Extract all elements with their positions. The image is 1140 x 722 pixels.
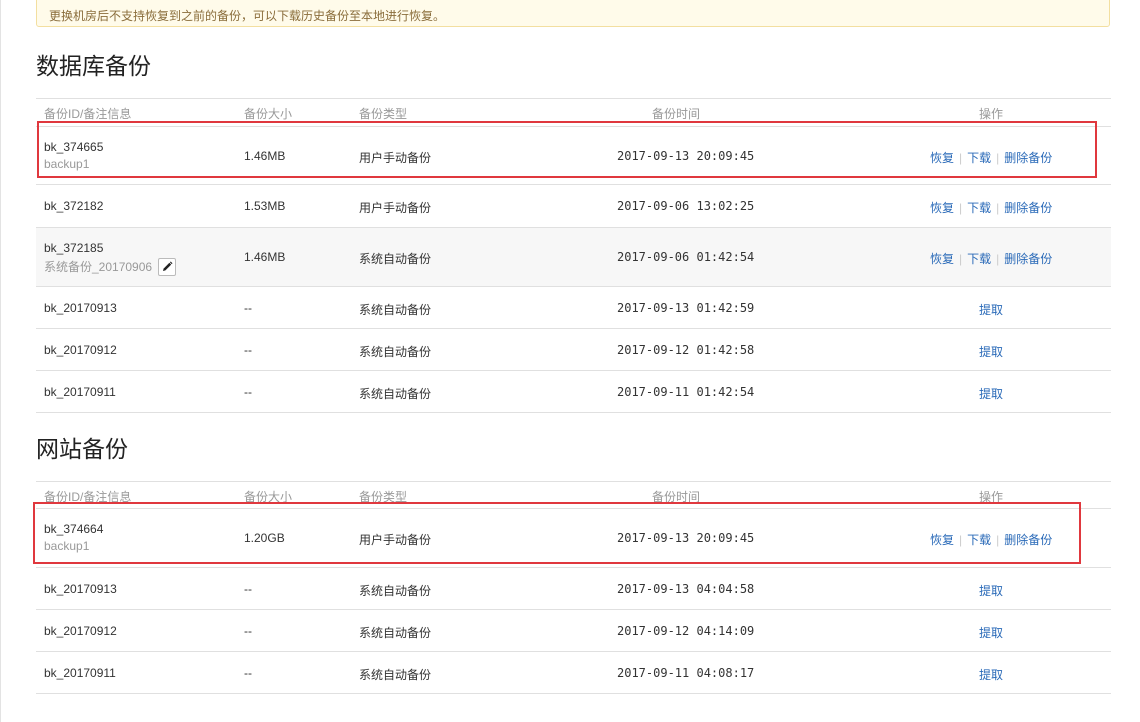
header-ops: 操作 bbox=[979, 107, 1004, 121]
header-id: 备份ID/备注信息 bbox=[44, 490, 132, 504]
delete-backup-link[interactable]: 删除备份 bbox=[1004, 252, 1052, 266]
backup-size: -- bbox=[244, 301, 252, 315]
backup-time: 2017-09-11 04:08:17 bbox=[617, 666, 755, 680]
backup-id: bk_20170912 bbox=[44, 343, 117, 357]
backup-size: -- bbox=[244, 343, 252, 357]
backup-size: -- bbox=[244, 666, 252, 680]
delete-backup-link[interactable]: 删除备份 bbox=[1004, 151, 1052, 165]
backup-id: bk_20170911 bbox=[44, 666, 116, 680]
site-table-header: 备份ID/备注信息 备份大小 备份类型 备份时间 操作 bbox=[36, 481, 1111, 509]
backup-size: 1.20GB bbox=[244, 531, 285, 545]
db-section-title: 数据库备份 bbox=[36, 53, 151, 79]
backup-note: 系统备份_20170906 bbox=[44, 260, 153, 274]
site-section-title: 网站备份 bbox=[36, 436, 128, 462]
table-row: bk_374664 backup1 1.20GB 用户手动备份 2017-09-… bbox=[36, 509, 1111, 568]
left-border bbox=[0, 0, 1, 722]
backup-time: 2017-09-06 13:02:25 bbox=[617, 199, 755, 213]
backup-size: 1.53MB bbox=[244, 199, 286, 213]
backup-id: bk_372182 bbox=[44, 199, 104, 213]
notice-banner: 更换机房后不支持恢复到之前的备份，可以下载历史备份至本地进行恢复。 bbox=[36, 0, 1110, 27]
backup-time: 2017-09-13 20:09:45 bbox=[617, 149, 755, 163]
backup-note: backup1 bbox=[44, 539, 90, 553]
table-row: bk_20170913 -- 系统自动备份 2017-09-13 04:04:5… bbox=[36, 568, 1111, 610]
delete-backup-link[interactable]: 删除备份 bbox=[1004, 201, 1052, 215]
backup-time: 2017-09-13 20:09:45 bbox=[617, 531, 755, 545]
table-row: bk_20170911 -- 系统自动备份 2017-09-11 04:08:1… bbox=[36, 652, 1111, 694]
fetch-link[interactable]: 提取 bbox=[979, 624, 1003, 641]
download-link[interactable]: 下载 bbox=[967, 252, 991, 266]
backup-id-cell: bk_372185 系统备份_20170906 bbox=[44, 241, 177, 277]
row-actions: 恢复 | 下载 | 删除备份 bbox=[930, 533, 1053, 547]
backup-id: bk_374664 bbox=[44, 522, 104, 536]
backup-type: 系统自动备份 bbox=[359, 387, 432, 401]
table-row: bk_20170913 -- 系统自动备份 2017-09-13 01:42:5… bbox=[36, 287, 1111, 329]
backup-id: bk_372185 bbox=[44, 241, 104, 255]
fetch-link[interactable]: 提取 bbox=[979, 582, 1003, 599]
backup-id: bk_20170913 bbox=[44, 301, 117, 315]
restore-link[interactable]: 恢复 bbox=[930, 151, 954, 165]
backup-size: -- bbox=[244, 385, 252, 399]
backup-time: 2017-09-11 01:42:54 bbox=[617, 385, 755, 399]
backup-id-cell: bk_374665 backup1 bbox=[44, 140, 103, 171]
header-type: 备份类型 bbox=[359, 107, 408, 121]
backup-id: bk_374665 bbox=[44, 140, 104, 154]
backup-time: 2017-09-13 01:42:59 bbox=[617, 301, 755, 315]
db-table-header: 备份ID/备注信息 备份大小 备份类型 备份时间 操作 bbox=[36, 98, 1111, 127]
backup-size: 1.46MB bbox=[244, 250, 286, 264]
site-backup-table: 备份ID/备注信息 备份大小 备份类型 备份时间 操作 bk_374664 ba… bbox=[36, 481, 1111, 694]
backup-type: 系统自动备份 bbox=[359, 252, 432, 266]
backup-time: 2017-09-06 01:42:54 bbox=[617, 250, 755, 264]
table-row: bk_374665 backup1 1.46MB 用户手动备份 2017-09-… bbox=[36, 127, 1111, 185]
backup-size: -- bbox=[244, 582, 252, 596]
row-actions: 恢复 | 下载 | 删除备份 bbox=[930, 252, 1053, 266]
table-row: bk_20170911 -- 系统自动备份 2017-09-11 01:42:5… bbox=[36, 371, 1111, 413]
backup-note-line: 系统备份_20170906 bbox=[44, 257, 177, 277]
fetch-link[interactable]: 提取 bbox=[979, 385, 1003, 402]
backup-time: 2017-09-13 04:04:58 bbox=[617, 582, 755, 596]
backup-time: 2017-09-12 04:14:09 bbox=[617, 624, 755, 638]
download-link[interactable]: 下载 bbox=[967, 151, 991, 165]
download-link[interactable]: 下载 bbox=[967, 201, 991, 215]
header-time: 备份时间 bbox=[652, 490, 701, 504]
row-actions: 恢复 | 下载 | 删除备份 bbox=[930, 151, 1053, 165]
backup-id-cell: bk_374664 backup1 bbox=[44, 522, 103, 553]
header-ops: 操作 bbox=[979, 490, 1004, 504]
backup-id: bk_20170911 bbox=[44, 385, 116, 399]
backup-type: 系统自动备份 bbox=[359, 668, 432, 682]
backup-type: 系统自动备份 bbox=[359, 626, 432, 640]
backup-note: backup1 bbox=[44, 157, 90, 171]
fetch-link[interactable]: 提取 bbox=[979, 301, 1003, 318]
table-row: bk_372182 1.53MB 用户手动备份 2017-09-06 13:02… bbox=[36, 185, 1111, 228]
backup-type: 用户手动备份 bbox=[359, 151, 432, 165]
download-link[interactable]: 下载 bbox=[967, 533, 991, 547]
header-id: 备份ID/备注信息 bbox=[44, 107, 132, 121]
header-type: 备份类型 bbox=[359, 490, 408, 504]
backup-type: 系统自动备份 bbox=[359, 345, 432, 359]
restore-link[interactable]: 恢复 bbox=[930, 533, 954, 547]
table-row: bk_372185 系统备份_20170906 1.46MB 系统自动备份 20… bbox=[36, 228, 1111, 287]
header-size: 备份大小 bbox=[244, 107, 293, 121]
pencil-icon[interactable] bbox=[158, 257, 177, 276]
backup-type: 用户手动备份 bbox=[359, 533, 432, 547]
restore-link[interactable]: 恢复 bbox=[930, 201, 954, 215]
table-row: bk_20170912 -- 系统自动备份 2017-09-12 04:14:0… bbox=[36, 610, 1111, 652]
backup-type: 用户手动备份 bbox=[359, 201, 432, 215]
backup-size: 1.46MB bbox=[244, 149, 286, 163]
fetch-link[interactable]: 提取 bbox=[979, 343, 1003, 360]
db-backup-table: 备份ID/备注信息 备份大小 备份类型 备份时间 操作 bk_374665 ba… bbox=[36, 98, 1111, 413]
row-actions: 恢复 | 下载 | 删除备份 bbox=[930, 201, 1053, 215]
backup-type: 系统自动备份 bbox=[359, 303, 432, 317]
table-row: bk_20170912 -- 系统自动备份 2017-09-12 01:42:5… bbox=[36, 329, 1111, 371]
header-time: 备份时间 bbox=[652, 107, 701, 121]
backup-id: bk_20170913 bbox=[44, 582, 117, 596]
delete-backup-link[interactable]: 删除备份 bbox=[1004, 533, 1052, 547]
fetch-link[interactable]: 提取 bbox=[979, 666, 1003, 683]
backup-type: 系统自动备份 bbox=[359, 584, 432, 598]
backup-time: 2017-09-12 01:42:58 bbox=[617, 343, 755, 357]
backup-id: bk_20170912 bbox=[44, 624, 117, 638]
restore-link[interactable]: 恢复 bbox=[930, 252, 954, 266]
backup-size: -- bbox=[244, 624, 252, 638]
header-size: 备份大小 bbox=[244, 490, 293, 504]
